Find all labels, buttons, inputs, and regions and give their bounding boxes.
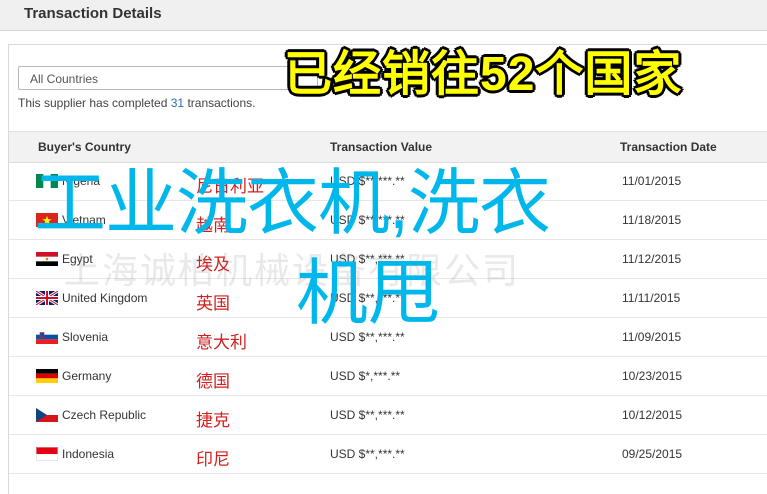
czech-flag-icon (36, 408, 58, 422)
product-title-line2: 机甩 (296, 254, 441, 334)
column-header-value: Transaction Value (330, 140, 433, 154)
table-row: Indonesia 印尼 USD $**,***.** 09/25/2015 (9, 435, 767, 474)
transaction-date: 09/25/2015 (622, 447, 683, 461)
transaction-summary: This supplier has completed 31 transacti… (18, 96, 255, 110)
table-header: Buyer's Country Transaction Value Transa… (9, 131, 767, 163)
transaction-date: 11/11/2015 (622, 291, 681, 305)
table-row: Czech Republic 捷克 USD $**,***.** 10/12/2… (9, 396, 767, 435)
summary-prefix: This supplier has completed (18, 96, 171, 110)
country-filter-value: All Countries (30, 72, 99, 86)
country-cn-label: 意大利 (196, 333, 247, 352)
transaction-value: USD $*,***.** (330, 369, 401, 383)
column-header-country: Buyer's Country (38, 140, 131, 154)
transaction-value: USD $**,***.** (330, 447, 405, 461)
transaction-date: 11/12/2015 (622, 252, 682, 266)
buyer-country: Slovenia (62, 330, 109, 344)
product-title-line1: 工业洗衣机,洗衣 (34, 164, 551, 244)
table-row: Germany 德国 USD $*,***.** 10/23/2015 (9, 357, 767, 396)
summary-suffix: transactions. (184, 96, 256, 110)
uk-flag-icon (36, 291, 58, 305)
indonesia-flag-icon (36, 447, 58, 461)
transaction-date: 11/18/2015 (622, 213, 682, 227)
export-banner: 已经销往52个国家 (284, 48, 683, 101)
title-bar: Transaction Details (0, 0, 767, 31)
country-filter-select[interactable]: All Countries (18, 66, 318, 90)
transaction-date: 11/09/2015 (622, 330, 682, 344)
page-title: Transaction Details (24, 5, 162, 22)
country-cn-label: 捷克 (196, 411, 230, 430)
company-watermark: 上海诚柏机械设备有限公司 (64, 250, 521, 291)
country-cn-label: 德国 (196, 372, 230, 391)
transaction-date: 11/01/2015 (622, 174, 682, 188)
transaction-value: USD $**,***.** (330, 408, 405, 422)
column-header-date: Transaction Date (620, 140, 717, 154)
transaction-date: 10/12/2015 (622, 408, 683, 422)
buyer-country: Germany (62, 369, 112, 383)
transaction-count: 31 (170, 96, 185, 110)
buyer-country: Czech Republic (62, 408, 147, 422)
egypt-flag-icon (36, 252, 58, 266)
slovenia-flag-icon (36, 330, 58, 344)
country-cn-label: 印尼 (196, 450, 230, 469)
buyer-country: Indonesia (62, 447, 115, 461)
transaction-date: 10/23/2015 (622, 369, 683, 383)
germany-flag-icon (36, 369, 58, 383)
